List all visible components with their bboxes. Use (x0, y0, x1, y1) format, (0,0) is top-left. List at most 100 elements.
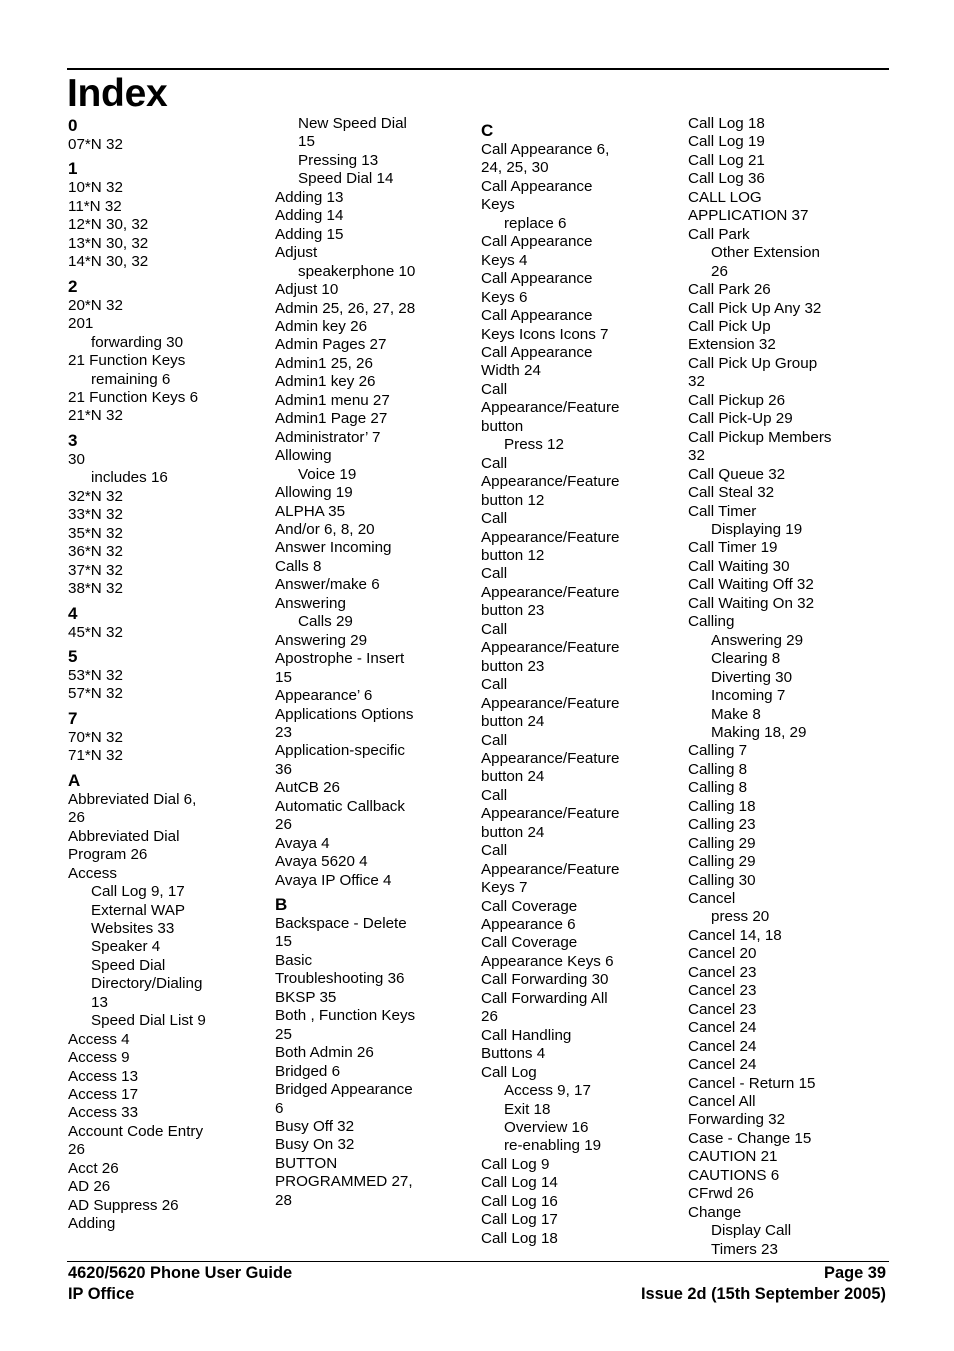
index-entry: 24, 25, 30 (481, 159, 549, 177)
top-rule (67, 68, 889, 70)
footer-left: 4620/5620 Phone User Guide IP Office (68, 1263, 292, 1305)
index-subentry: External WAP (91, 901, 185, 919)
index-letter-heading: A (68, 770, 81, 790)
index-entry: APPLICATION 37 (688, 207, 809, 225)
index-entry: button 24 (481, 768, 545, 786)
index-entry: Call Log 16 (481, 1192, 558, 1210)
index-entry: 57*N 32 (68, 685, 123, 703)
index-entry: 32 (688, 447, 705, 465)
index-entry: Call Log 14 (481, 1174, 558, 1192)
index-entry: Call (481, 565, 508, 583)
index-entry: 38*N 32 (68, 580, 123, 598)
index-entry: Calling 30 (688, 871, 756, 889)
index-entry: button 23 (481, 657, 545, 675)
index-entry: Keys 4 (481, 251, 528, 269)
index-entry: 15 (275, 668, 292, 686)
index-entry: Both , Function Keys (275, 1007, 416, 1025)
index-subentry: 15 (298, 133, 315, 151)
index-entry: Appearance/Feature (481, 399, 620, 417)
index-subentry: Incoming 7 (711, 687, 786, 705)
index-entry: button 23 (481, 602, 545, 620)
index-entry: Admin Pages 27 (275, 336, 387, 354)
index-entry: CAUTION 21 (688, 1148, 778, 1166)
index-entry: Call Pick-Up 29 (688, 410, 793, 428)
index-entry: Calling 8 (688, 779, 748, 797)
page-title: Index (67, 72, 168, 115)
index-entry: Keys 6 (481, 288, 528, 306)
index-entry: Call Appearance 6, (481, 141, 610, 158)
index-entry: Avaya IP Office 4 (275, 871, 392, 889)
index-entry: 26 (481, 1008, 498, 1026)
index-entry: Calling (688, 613, 735, 631)
index-entry: Automatic Callback (275, 797, 405, 815)
index-entry: 37*N 32 (68, 561, 123, 579)
index-entry: Cancel - Return 15 (688, 1074, 816, 1092)
index-entry: Acct 26 (68, 1159, 119, 1177)
index-entry: Calling 23 (688, 816, 756, 834)
index-entry: Admin1 25, 26 (275, 354, 373, 372)
index-entry: Bridged 6 (275, 1062, 341, 1080)
index-entry: Call Log 9 (481, 1155, 550, 1173)
index-entry: Call (481, 786, 508, 804)
index-entry: Call Park 26 (688, 281, 771, 299)
index-entry: Call Timer (688, 502, 757, 520)
index-entry: Keys Icons Icons 7 (481, 325, 609, 343)
index-entry: 32*N 32 (68, 487, 123, 505)
index-entry: Call Pickup 26 (688, 391, 786, 409)
index-entry: 11*N 32 (68, 197, 122, 215)
index-entry: Call Handling (481, 1026, 572, 1044)
index-entry: 36 (275, 760, 292, 778)
index-entry: 71*N 32 (68, 747, 123, 765)
index-entry: Change (688, 1203, 742, 1221)
index-subentry: press 20 (711, 908, 770, 926)
index-subentry: Display Call (711, 1222, 792, 1240)
index-entry: Call Pickup Members (688, 428, 832, 446)
index-column-3: C Call Appearance 6, 24, 25, 30 Call Appear… (481, 121, 681, 1248)
index-entry: Call Park (688, 225, 750, 243)
index-entry: 35*N 32 (68, 524, 123, 542)
footer-product: IP Office (68, 1285, 135, 1303)
index-subentry: Calls 29 (298, 613, 353, 631)
index-entry: Access 17 (68, 1086, 139, 1104)
index-entry: Call Forwarding All (481, 989, 608, 1007)
index-entry: 201 (68, 315, 94, 333)
index-entry: ALPHA 35 (275, 502, 346, 520)
footer-rule (67, 1261, 889, 1262)
index-entry: Both Admin 26 (275, 1044, 374, 1062)
index-subentry: Diverting 30 (711, 668, 793, 686)
footer-issue: Issue 2d (15th September 2005) (640, 1285, 886, 1303)
index-entry: Admin1 key 26 (275, 373, 376, 391)
index-letter-heading: 3 (68, 430, 78, 450)
index-letter-heading: 0 (68, 116, 78, 135)
index-entry: Access 9 (68, 1049, 130, 1067)
index-entry: Call Pick Up Any 32 (688, 299, 822, 317)
index-subentry: Overview 16 (504, 1119, 589, 1137)
index-subentry: Timers 23 (711, 1240, 778, 1258)
index-entry: button 12 (481, 546, 545, 564)
index-entry: 14*N 30, 32 (68, 253, 149, 271)
index-entry: Cancel (688, 890, 736, 908)
index-entry: Call Log 36 (688, 170, 765, 188)
index-entry: Call Log 17 (481, 1211, 558, 1229)
index-entry: Access 33 (68, 1104, 139, 1122)
index-entry: BUTTON (275, 1154, 338, 1172)
index-entry: Account Code Entry (68, 1122, 204, 1140)
index-entry: Access 13 (68, 1067, 139, 1085)
index-entry: 26 (275, 816, 292, 834)
index-subentry: includes 16 (91, 469, 168, 487)
index-entry: Call (481, 380, 508, 398)
index-entry: Case - Change 15 (688, 1129, 812, 1147)
index-entry: Access (68, 864, 117, 882)
index-subentry: Answering 29 (711, 631, 804, 649)
index-letter-heading: 7 (68, 708, 78, 728)
index-entry: Call Log 21 (688, 151, 765, 169)
index-entry: Call Appearance (481, 307, 593, 325)
footer-page-number: Page 39 (824, 1264, 886, 1282)
index-subentry: Other Extension (711, 244, 820, 262)
index-entry: Applications Options (275, 705, 414, 723)
index-entry: 12*N 30, 32 (68, 216, 149, 234)
index-entry: Call (481, 676, 508, 694)
index-entry: Call Coverage (481, 897, 578, 915)
index-entry: Calling 29 (688, 853, 756, 871)
index-letter-heading: B (275, 895, 288, 915)
